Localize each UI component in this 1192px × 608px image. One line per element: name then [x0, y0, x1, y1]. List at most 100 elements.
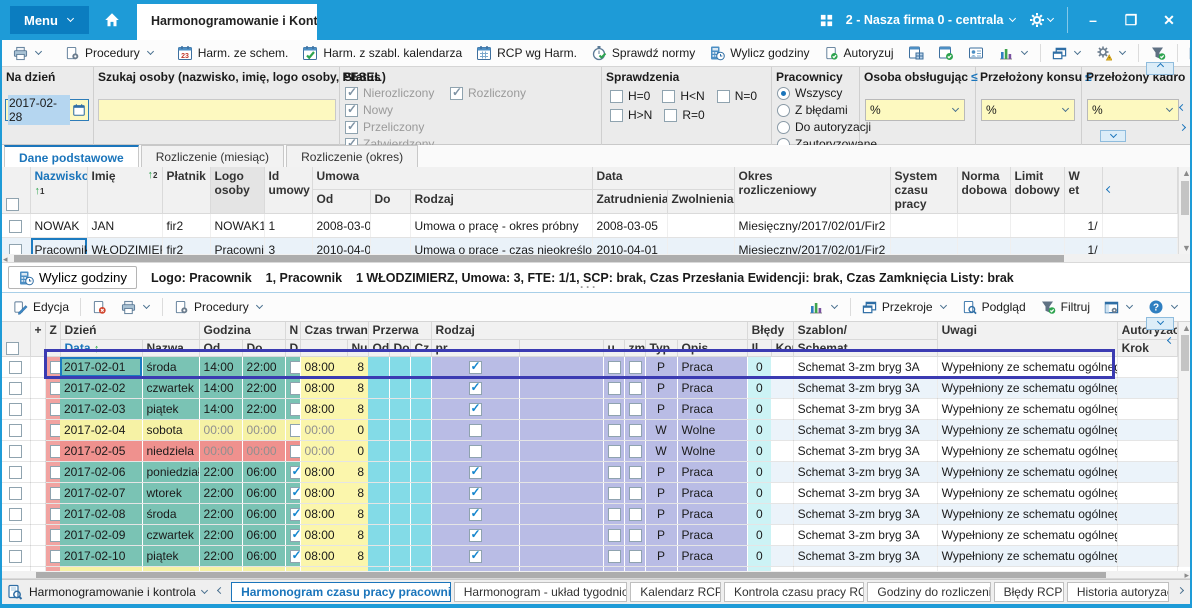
schedule-row[interactable]: 2017-02-06poniedziałek22:0006:00 08:008 PP… — [2, 461, 1178, 483]
row-checkbox[interactable] — [9, 465, 23, 479]
cell-typ[interactable]: P — [645, 503, 678, 525]
cell-opis[interactable]: Praca — [677, 377, 748, 399]
cell-g[interactable] — [519, 377, 604, 399]
row-checkbox[interactable] — [9, 423, 23, 437]
print-button[interactable] — [114, 295, 158, 319]
row-checkbox[interactable] — [628, 423, 642, 437]
schedule-row[interactable]: 2017-02-08środa22:0006:00 08:008 PPraca0 Sc… — [2, 503, 1178, 525]
cell-zm[interactable] — [624, 356, 646, 378]
cell-po[interactable] — [368, 524, 390, 546]
cell-opis[interactable]: Praca — [677, 482, 748, 504]
cell-num[interactable]: 8 — [347, 398, 369, 420]
col-przerwa-od[interactable]: Od — [368, 339, 390, 357]
module-selector[interactable]: Harmonogramowanie i kontrola — [29, 585, 209, 599]
row-checkbox[interactable] — [9, 486, 23, 500]
cell-nazwa[interactable]: poniedziałek — [142, 461, 200, 483]
cell-po[interactable] — [368, 545, 390, 567]
cell-data[interactable]: 2017-02-07 — [60, 482, 143, 504]
cell-czas[interactable]: 08:00 — [300, 503, 348, 525]
rcp-wg-harm-button[interactable]: RCP wg Harm. — [469, 41, 584, 65]
cell-od[interactable]: 14:00 — [199, 377, 243, 399]
cell-opis[interactable]: Praca — [677, 524, 748, 546]
harm-z-szabl-button[interactable]: Harm. z szabl. kalendarza — [295, 41, 469, 65]
cell-od[interactable]: 14:00 — [199, 398, 243, 420]
supervisor1-select[interactable]: % — [981, 99, 1075, 121]
cell-uwagi[interactable]: Wypełniony ze schematu ogólnego — [937, 440, 1118, 462]
cell-pr[interactable] — [431, 419, 520, 441]
cell-uwagi[interactable]: Wypełniony ze schematu ogólnego — [937, 482, 1118, 504]
cell-zm[interactable] — [624, 377, 646, 399]
cell-cb[interactable] — [2, 524, 31, 546]
cell-logo[interactable]: NOWAK1 — [210, 213, 265, 238]
cell-szablon[interactable]: Schemat 3-zm bryg 3A — [793, 419, 938, 441]
cell-zm[interactable] — [624, 545, 646, 567]
cell-imie[interactable]: WŁODZIMIERZ — [87, 237, 163, 255]
cell-system[interactable] — [890, 213, 958, 238]
schedule-row[interactable]: 2017-02-07wtorek22:0006:00 08:008 PPraca0S… — [2, 482, 1178, 504]
cell-czas[interactable]: 08:00 — [300, 524, 348, 546]
person-card-button[interactable] — [961, 41, 991, 65]
scrollbar-thumb[interactable] — [1181, 335, 1189, 371]
chart-menu-button[interactable] — [991, 41, 1036, 65]
nd-checkbox[interactable] — [289, 464, 300, 479]
row-checkbox[interactable] — [628, 402, 642, 416]
col-zm[interactable]: zm — [624, 339, 646, 357]
cell-po[interactable] — [368, 482, 390, 504]
cell-opis[interactable]: Wolne — [677, 419, 748, 441]
col-group-szablon[interactable]: Szablon/ — [793, 322, 938, 340]
cell-cb[interactable] — [2, 482, 31, 504]
row-checkbox[interactable] — [607, 360, 621, 374]
nd-checkbox[interactable] — [289, 548, 300, 563]
checkbox[interactable] — [610, 89, 623, 103]
row-checkbox[interactable] — [607, 381, 621, 395]
radio-button[interactable] — [777, 86, 790, 100]
col-data[interactable]: Data ↑ — [60, 339, 143, 357]
scrollbar-thumb[interactable] — [14, 255, 1064, 262]
cell-g[interactable] — [519, 524, 604, 546]
expand-filters-button[interactable] — [1100, 130, 1126, 142]
cell-zatrudnienia[interactable]: 2010-04-01 — [592, 237, 668, 255]
cell-etat[interactable]: 1/ — [1064, 237, 1103, 255]
pr-checkbox[interactable] — [468, 444, 482, 458]
cell-pc[interactable] — [410, 356, 432, 378]
row-checkbox[interactable] — [49, 381, 60, 395]
cell-pr[interactable] — [431, 377, 520, 399]
cell-p[interactable] — [30, 419, 46, 441]
cell-typ[interactable]: P — [645, 524, 678, 546]
row-checkbox[interactable] — [607, 486, 621, 500]
cell-nd[interactable] — [285, 419, 301, 441]
cell-nd[interactable] — [285, 482, 301, 504]
cell-nazwa[interactable]: środa — [142, 503, 200, 525]
cell-platnik[interactable]: fir2 — [162, 213, 211, 238]
nd-checkbox[interactable] — [289, 527, 300, 542]
cell-do[interactable]: 06:00 — [242, 482, 286, 504]
cell-nazwa[interactable]: czwartek — [142, 524, 200, 546]
maximize-button[interactable]: ❒ — [1118, 7, 1144, 33]
cell-p[interactable] — [30, 524, 46, 546]
pr-checkbox[interactable] — [468, 485, 483, 500]
cell-typ[interactable]: W — [645, 419, 678, 441]
cell-po[interactable] — [368, 503, 390, 525]
cell--fill[interactable] — [1102, 237, 1178, 255]
row-checkbox[interactable] — [9, 528, 23, 542]
cell-p[interactable] — [30, 461, 46, 483]
splitter-grip[interactable]: ··· — [580, 280, 598, 294]
cell-data[interactable]: 2017-02-06 — [60, 461, 143, 483]
cell-do[interactable]: 00:00 — [242, 419, 286, 441]
col-umowa-do[interactable]: Do — [370, 189, 411, 214]
cell-pc[interactable] — [410, 419, 432, 441]
bottom-tab-3[interactable]: Kalendarz RCP — [630, 582, 721, 602]
col-przerwa-cz[interactable]: Cz — [410, 339, 432, 357]
col-nazwisko[interactable]: Nazwisko ↑1 — [30, 167, 88, 214]
cell-pr[interactable] — [431, 356, 520, 378]
cell-nd[interactable] — [285, 524, 301, 546]
cell-kon[interactable] — [771, 440, 794, 462]
cell-il[interactable]: 0 — [747, 545, 772, 567]
schedule-row[interactable]: 2017-02-04 sobota 00:00 00:00 00:00 0 W Wolne 0 S… — [2, 419, 1178, 441]
close-button[interactable]: ✕ — [1156, 7, 1182, 33]
cell-szablon[interactable]: Schemat 3-zm bryg 3A — [793, 461, 938, 483]
cell-nazwa[interactable]: piątek — [142, 398, 200, 420]
cell-typ[interactable]: P — [645, 356, 678, 378]
cell-u[interactable] — [603, 461, 625, 483]
cell-czas[interactable]: 00:00 — [300, 419, 348, 441]
